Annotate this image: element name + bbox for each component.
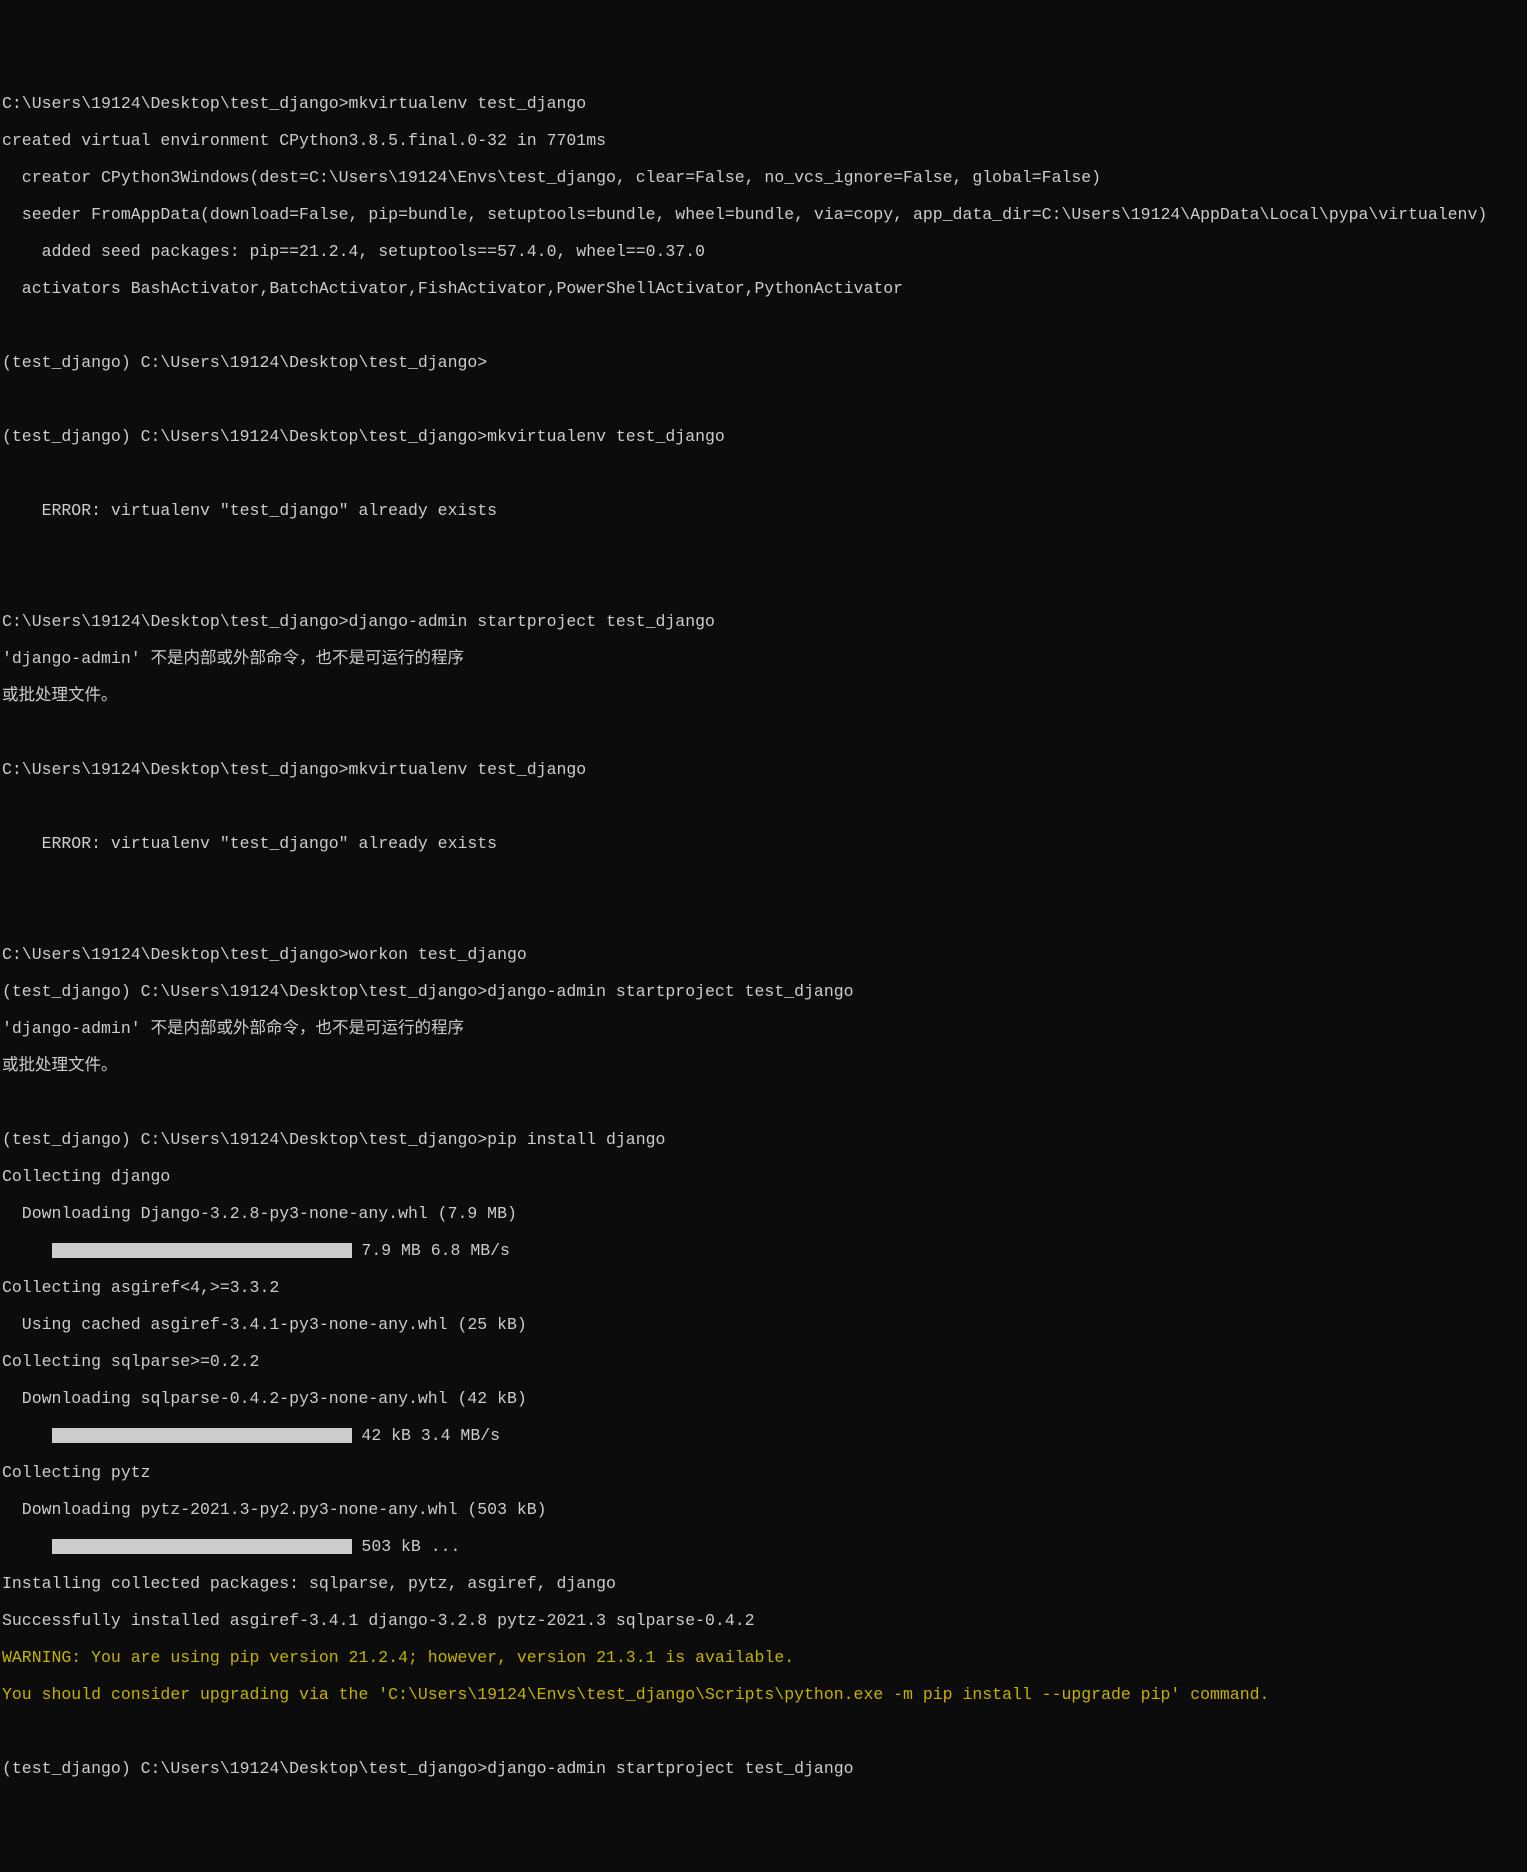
pip-output-line: Downloading sqlparse-0.4.2-py3-none-any.…	[2, 1390, 1525, 1409]
terminal-line	[2, 391, 1525, 410]
pip-output-line: Collecting django	[2, 1168, 1525, 1187]
terminal-line: created virtual environment CPython3.8.5…	[2, 132, 1525, 151]
progress-line: 503 kB ...	[2, 1538, 1525, 1557]
pip-output-line: Using cached asgiref-3.4.1-py3-none-any.…	[2, 1316, 1525, 1335]
error-line: 或批处理文件。	[2, 1057, 1525, 1076]
progress-prefix	[2, 1426, 52, 1445]
progress-suffix: 503 kB ...	[352, 1537, 461, 1556]
pip-output-line: Installing collected packages: sqlparse,…	[2, 1575, 1525, 1594]
terminal-line: seeder FromAppData(download=False, pip=b…	[2, 206, 1525, 225]
error-line: ERROR: virtualenv "test_django" already …	[2, 502, 1525, 521]
terminal-line: added seed packages: pip==21.2.4, setupt…	[2, 243, 1525, 262]
pip-warning-line: You should consider upgrading via the 'C…	[2, 1686, 1525, 1705]
pip-output-line: Downloading pytz-2021.3-py2.py3-none-any…	[2, 1501, 1525, 1520]
prompt-line: (test_django) C:\Users\19124\Desktop\tes…	[2, 428, 1525, 447]
progress-line: 7.9 MB 6.8 MB/s	[2, 1242, 1525, 1261]
pip-success-line: Successfully installed asgiref-3.4.1 dja…	[2, 1612, 1525, 1631]
pip-warning-line: WARNING: You are using pip version 21.2.…	[2, 1649, 1525, 1668]
terminal-line	[2, 872, 1525, 891]
terminal-line	[2, 1094, 1525, 1113]
prompt-line: C:\Users\19124\Desktop\test_django>djang…	[2, 613, 1525, 632]
pip-output-line: Collecting pytz	[2, 1464, 1525, 1483]
prompt-line: C:\Users\19124\Desktop\test_django>worko…	[2, 946, 1525, 965]
error-line: 'django-admin' 不是内部或外部命令，也不是可运行的程序	[2, 1020, 1525, 1039]
terminal-line: C:\Users\19124\Desktop\test_django>mkvir…	[2, 95, 1525, 114]
progress-prefix	[2, 1537, 52, 1556]
progress-prefix	[2, 1241, 52, 1260]
progress-line: 42 kB 3.4 MB/s	[2, 1427, 1525, 1446]
prompt-line: (test_django) C:\Users\19124\Desktop\tes…	[2, 1760, 1525, 1779]
progress-suffix: 42 kB 3.4 MB/s	[352, 1426, 501, 1445]
error-line: ERROR: virtualenv "test_django" already …	[2, 835, 1525, 854]
terminal-line	[2, 798, 1525, 817]
pip-output-line: Downloading Django-3.2.8-py3-none-any.wh…	[2, 1205, 1525, 1224]
pip-output-line: Collecting asgiref<4,>=3.3.2	[2, 1279, 1525, 1298]
terminal-line	[2, 317, 1525, 336]
progress-bar	[52, 1428, 352, 1443]
prompt-line: (test_django) C:\Users\19124\Desktop\tes…	[2, 354, 1525, 373]
terminal-line: creator CPython3Windows(dest=C:\Users\19…	[2, 169, 1525, 188]
terminal-line: activators BashActivator,BatchActivator,…	[2, 280, 1525, 299]
prompt-line: (test_django) C:\Users\19124\Desktop\tes…	[2, 983, 1525, 1002]
progress-suffix: 7.9 MB 6.8 MB/s	[352, 1241, 510, 1260]
terminal-window[interactable]: C:\Users\19124\Desktop\test_django>mkvir…	[0, 74, 1527, 1799]
progress-bar	[52, 1243, 352, 1258]
prompt-line: C:\Users\19124\Desktop\test_django>mkvir…	[2, 761, 1525, 780]
terminal-line	[2, 539, 1525, 558]
terminal-line	[2, 1723, 1525, 1742]
terminal-line	[2, 724, 1525, 743]
terminal-line	[2, 576, 1525, 595]
progress-bar	[52, 1539, 352, 1554]
pip-output-line: Collecting sqlparse>=0.2.2	[2, 1353, 1525, 1372]
prompt-line: (test_django) C:\Users\19124\Desktop\tes…	[2, 1131, 1525, 1150]
error-line: 或批处理文件。	[2, 687, 1525, 706]
error-line: 'django-admin' 不是内部或外部命令，也不是可运行的程序	[2, 650, 1525, 669]
terminal-line	[2, 465, 1525, 484]
terminal-line	[2, 909, 1525, 928]
